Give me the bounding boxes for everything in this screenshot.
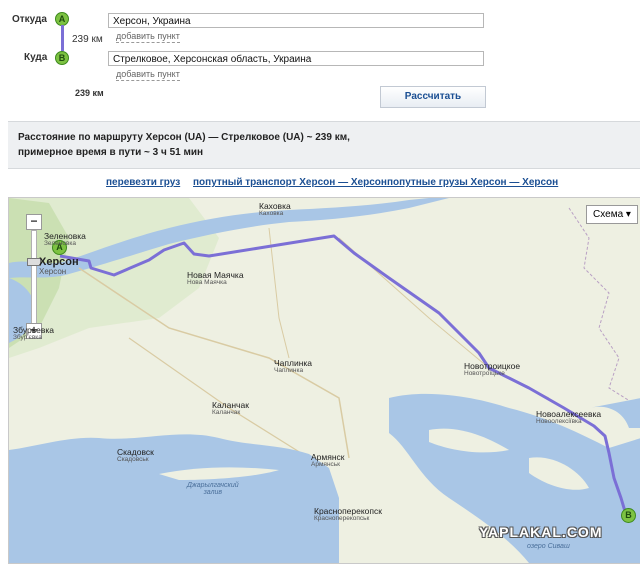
map-type-button[interactable]: Схема ▾ xyxy=(586,205,638,224)
add-point-link-1[interactable]: добавить пункт xyxy=(116,31,180,43)
city-label: Зеленовка Зеленовка xyxy=(44,231,86,247)
route-map[interactable]: − + Схема ▾ A B Каховка Каховка Зеленовка… xyxy=(8,197,640,564)
end-pin-icon: B xyxy=(621,508,636,523)
from-label: Откуда xyxy=(12,14,47,25)
city-label: Новая Маячка Нова Маячка xyxy=(187,270,244,286)
city-label-major: Херсон Херсон xyxy=(39,256,79,276)
city-label: Армянск Армянськ xyxy=(311,452,345,468)
city-label: Збурьевка Збур'євка xyxy=(13,325,55,341)
city-label: Новоалексеевка Новоолексіївка xyxy=(536,409,602,425)
marker-a-icon: A xyxy=(55,12,69,26)
zoom-slider[interactable] xyxy=(31,230,37,325)
route-summary: Расстояние по маршруту Херсон (UA) — Стр… xyxy=(8,121,640,169)
watermark: YAPLAKAL.COM xyxy=(479,524,603,540)
total-distance: 239 км xyxy=(75,88,104,98)
link-transport-freight[interactable]: попутные грузы Херсон — Херсон xyxy=(387,177,558,188)
city-label: Скадовск Скадовськ xyxy=(117,447,154,463)
route-end-marker[interactable]: B xyxy=(621,508,636,523)
city-label: Чаплинка Чаплинка xyxy=(274,358,313,374)
summary-line-1: Расстояние по маршруту Херсон (UA) — Стр… xyxy=(18,132,350,143)
lake-label: озеро Сиваш xyxy=(527,543,570,550)
route-connector xyxy=(61,25,64,51)
gulf-label: Джарылгачский залив xyxy=(187,482,239,496)
from-input[interactable]: Херсон, Украина xyxy=(108,13,484,28)
summary-line-2: примерное время в пути ~ 3 ч 51 мин xyxy=(18,147,204,158)
link-transport-cargo[interactable]: перевезти груз xyxy=(106,177,180,188)
to-label: Куда xyxy=(24,52,48,63)
leg-distance: 239 км xyxy=(72,34,103,45)
city-label: Новотроицкое Новотроїцьке xyxy=(464,361,521,377)
city-label: Каланчак Каланчак xyxy=(212,400,249,416)
city-label: Красноперекопск Красноперекопськ xyxy=(314,506,382,522)
to-input[interactable]: Стрелковое, Херсонская область, Украина xyxy=(108,51,484,66)
marker-b-icon: B xyxy=(55,51,69,65)
zoom-in-button[interactable]: − xyxy=(26,214,42,230)
add-point-link-2[interactable]: добавить пункт xyxy=(116,69,180,81)
link-transport-ride[interactable]: попутный транспорт Херсон — Херсон xyxy=(193,177,387,188)
city-label: Каховка Каховка xyxy=(259,201,291,217)
calculate-button[interactable]: Рассчитать xyxy=(380,86,486,108)
